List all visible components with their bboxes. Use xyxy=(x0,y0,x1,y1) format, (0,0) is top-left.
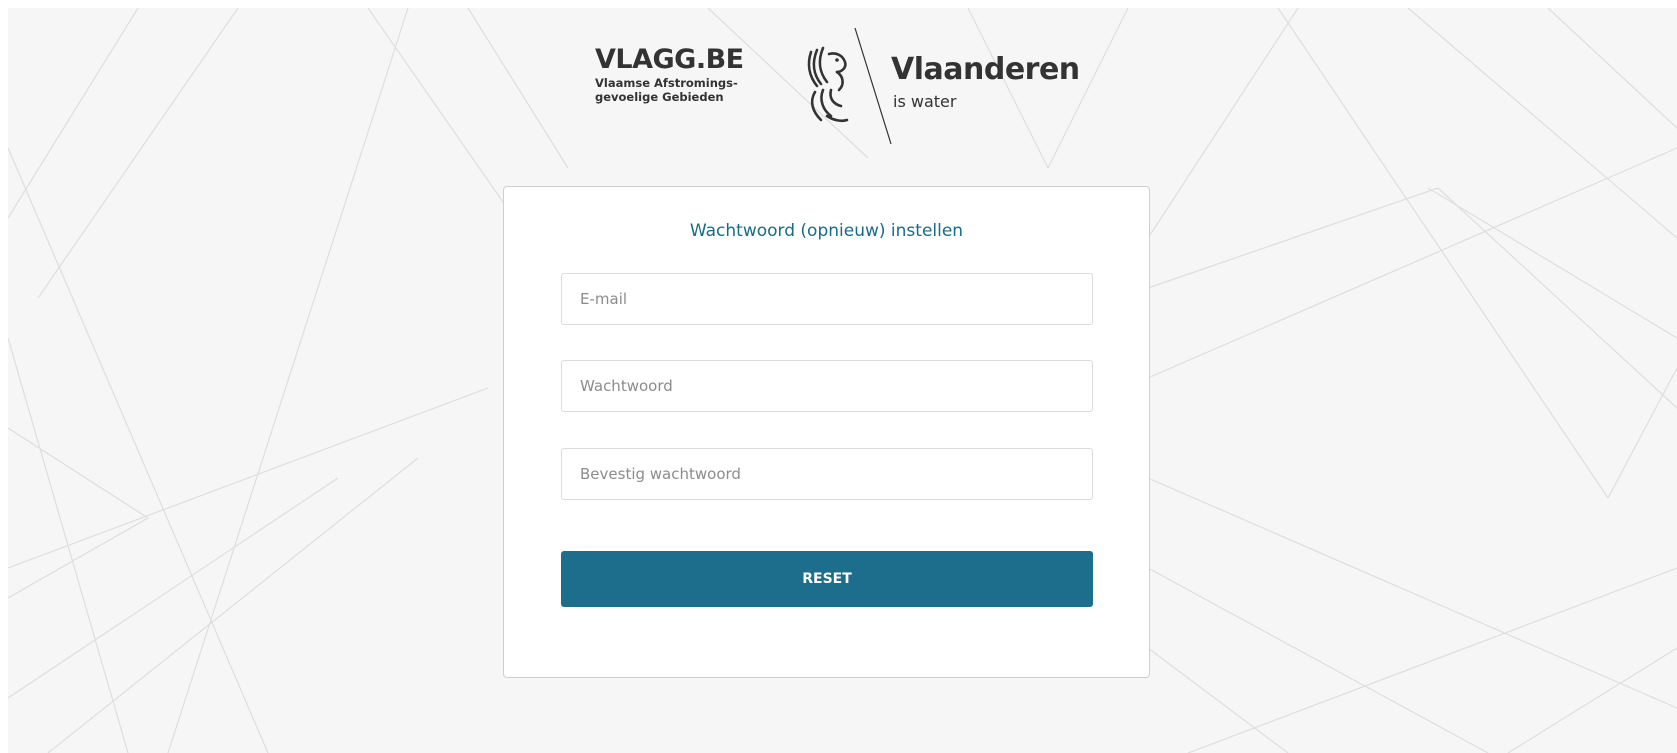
page-background: VLAGG.BE Vlaamse Afstromings- gevoelige … xyxy=(8,8,1677,753)
vlaanderen-logo-tagline: is water xyxy=(893,92,957,111)
password-input[interactable] xyxy=(561,360,1093,412)
vlagg-logo-title: VLAGG.BE xyxy=(595,44,744,75)
vlaanderen-logo: Vlaanderen is water xyxy=(803,26,1083,146)
reset-button[interactable]: RESET xyxy=(561,551,1093,607)
vlaanderen-logo-name: Vlaanderen xyxy=(891,52,1080,87)
vlagg-logo-subtitle-line1: Vlaamse Afstromings- xyxy=(595,76,738,90)
confirm-password-input[interactable] xyxy=(561,448,1093,500)
vlagg-logo: VLAGG.BE Vlaamse Afstromings- gevoelige … xyxy=(595,44,744,105)
reset-password-card: Wachtwoord (opnieuw) instellen RESET xyxy=(503,186,1150,678)
logo-divider xyxy=(854,27,892,145)
form-title: Wachtwoord (opnieuw) instellen xyxy=(689,221,964,241)
vlagg-logo-subtitle-line2: gevoelige Gebieden xyxy=(595,90,724,104)
email-input[interactable] xyxy=(561,273,1093,325)
